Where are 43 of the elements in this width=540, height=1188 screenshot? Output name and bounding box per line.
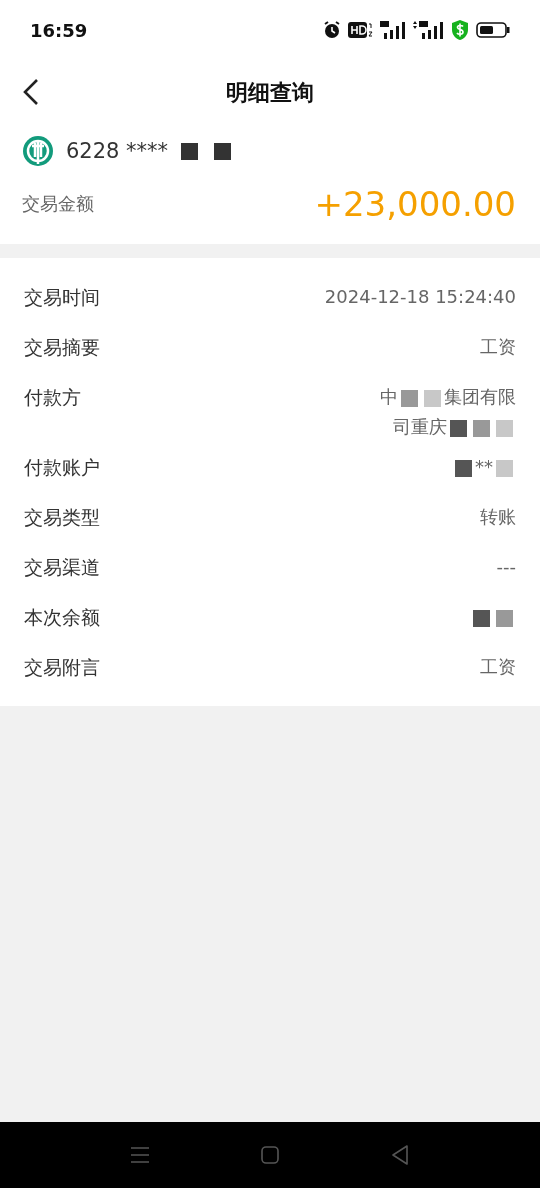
value-text: ** — [475, 456, 493, 477]
value-text: 司重庆 — [393, 416, 447, 437]
mosaic-redaction — [181, 142, 199, 160]
signal-icon — [380, 20, 406, 40]
mosaic-redaction — [496, 459, 513, 477]
amount-label: 交易金额 — [22, 192, 94, 216]
field-label: 本次余额 — [24, 605, 100, 630]
mosaic-redaction — [424, 389, 441, 407]
field-label: 交易附言 — [24, 655, 100, 680]
value-text: 集团有限 — [444, 386, 516, 407]
mosaic-redaction — [401, 389, 418, 407]
mosaic-redaction — [214, 142, 232, 160]
mosaic-redaction — [496, 419, 513, 437]
value-text: 2024-12-18 15:24:40 — [324, 286, 516, 307]
field-label: 付款账户 — [24, 455, 100, 480]
mosaic-redaction — [496, 609, 513, 627]
home-icon[interactable] — [260, 1145, 280, 1165]
field-label: 交易类型 — [24, 505, 100, 530]
back-icon[interactable] — [22, 78, 40, 106]
mosaic-redaction — [473, 609, 490, 627]
value-text: 6228 **** — [66, 139, 169, 163]
field-label: 交易时间 — [24, 285, 100, 310]
menu-icon[interactable] — [130, 1146, 150, 1164]
field-label: 付款方 — [24, 385, 81, 410]
status-time: 16:59 — [30, 19, 88, 41]
hd-icon — [348, 21, 374, 39]
value-text: 工资 — [480, 336, 516, 357]
bank-logo-icon — [22, 135, 54, 167]
value-text: 工资 — [480, 656, 516, 677]
field-label: 交易摘要 — [24, 335, 100, 360]
alarm-icon — [322, 20, 342, 40]
value-text: 中 — [380, 386, 398, 407]
page-title: 明细查询 — [226, 79, 314, 107]
mosaic-redaction — [450, 419, 467, 437]
transaction-amount: +23,000.00 — [314, 184, 516, 224]
value-text: 转账 — [480, 506, 516, 527]
signal-icon — [412, 20, 444, 40]
mosaic-redaction — [455, 459, 472, 477]
value-text: --- — [496, 556, 516, 577]
shield-icon — [450, 19, 470, 41]
field-label: 交易渠道 — [24, 555, 100, 580]
battery-icon — [476, 21, 510, 39]
mosaic-redaction — [473, 419, 490, 437]
